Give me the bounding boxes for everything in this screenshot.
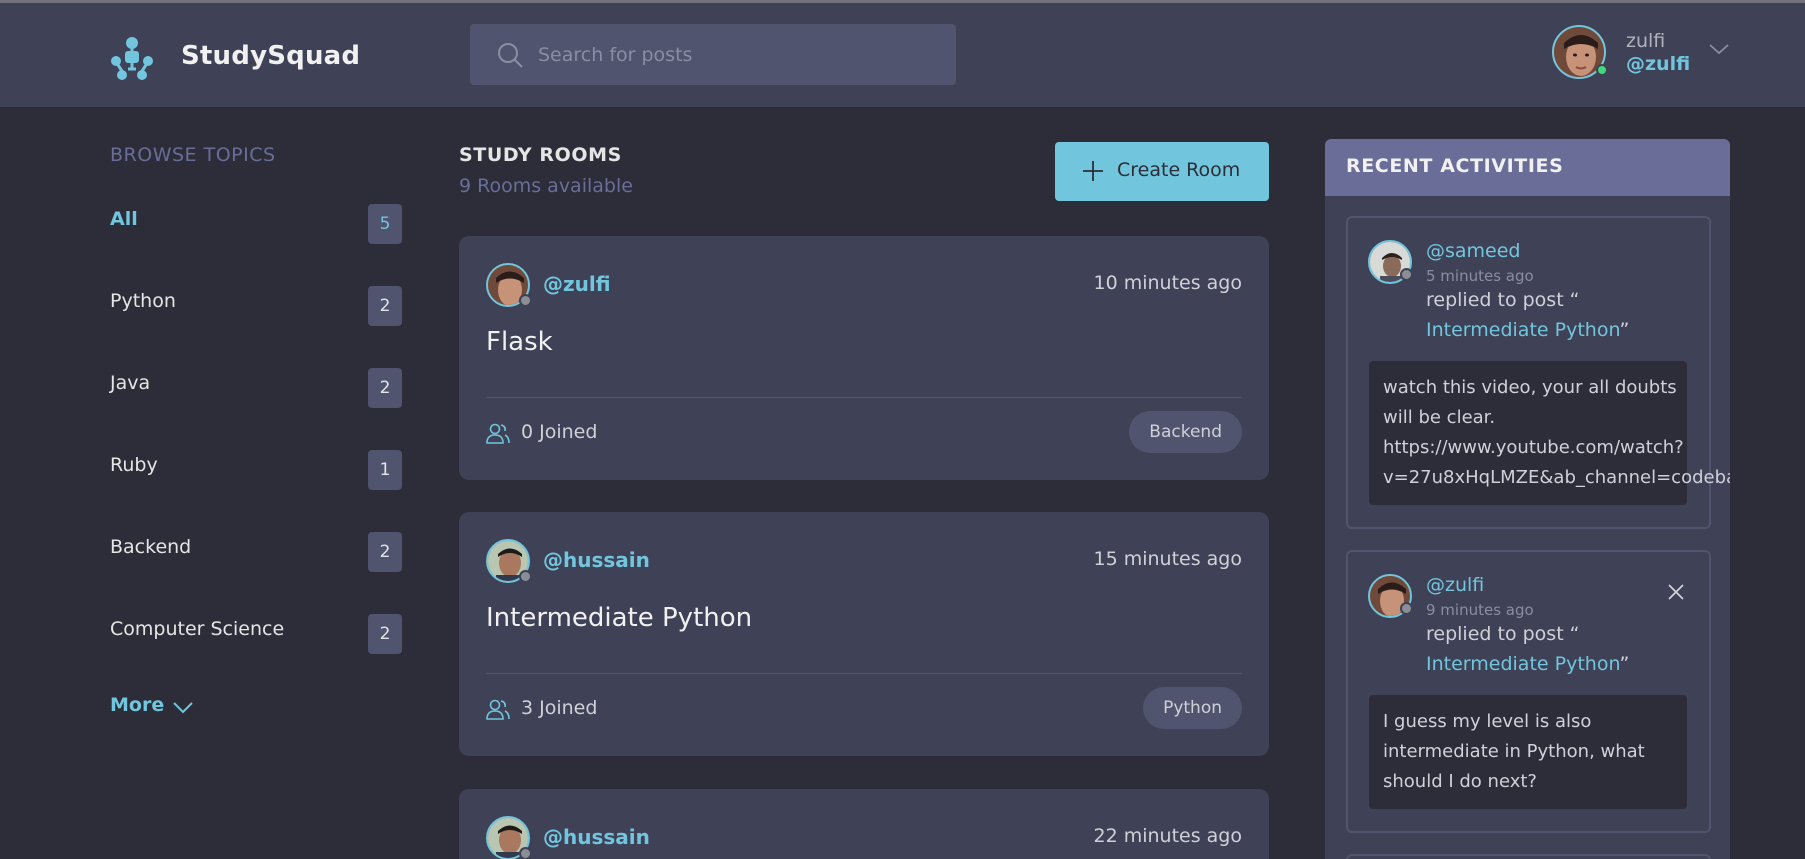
topic-item-ruby[interactable]: Ruby 1 [110,446,402,490]
users-icon [486,699,510,720]
recent-activities-panel: RECENT ACTIVITIES @sameed 5 minutes ago … [1325,139,1730,859]
activity-user-handle[interactable]: @sameed [1426,240,1521,262]
room-timestamp: 15 minutes ago [1093,548,1243,570]
topic-item-backend[interactable]: Backend 2 [110,528,402,572]
activity-post-suffix: ” [1619,653,1630,675]
topic-count-badge: 2 [368,368,402,408]
users-icon [486,423,510,444]
search-bar[interactable] [470,24,956,85]
chevron-down-icon[interactable] [172,700,194,716]
topic-count-badge: 2 [368,614,402,654]
room-title[interactable]: Intermediate Python [486,603,752,633]
activity-item [1346,854,1711,859]
room-host-handle[interactable]: @hussain [543,548,650,572]
topic-label[interactable]: Python [110,290,176,312]
recent-activities-heading: RECENT ACTIVITIES [1346,155,1564,177]
online-status-dot [1596,64,1608,76]
user-handle[interactable]: @zulfi [1626,53,1690,75]
room-timestamp: 10 minutes ago [1093,272,1243,294]
status-dot [519,570,532,583]
activity-message: watch this video, your all doubts will b… [1369,361,1730,505]
activity-message: I guess my level is also intermediate in… [1369,695,1687,809]
topic-count-badge: 1 [368,450,402,490]
joined-count: 3 Joined [521,697,598,719]
activity-item: @sameed 5 minutes ago replied to post “ … [1346,216,1730,529]
topic-label[interactable]: All [110,208,138,230]
activity-post-line: Intermediate Python” [1426,653,1629,675]
browse-topics-heading: BROWSE TOPICS [110,144,276,166]
topic-count-badge: 2 [368,532,402,572]
room-card[interactable]: @hussain 22 minutes ago [459,789,1269,859]
room-title[interactable]: Flask [486,327,553,357]
topic-item-java[interactable]: Java 2 [110,364,402,408]
activity-post-line: Intermediate Python” [1426,319,1629,341]
room-card[interactable]: @hussain 15 minutes ago Intermediate Pyt… [459,512,1269,756]
search-icon [498,43,523,68]
activity-timestamp: 5 minutes ago [1426,267,1534,285]
topic-item-computer-science[interactable]: Computer Science 2 [110,610,402,654]
room-host-handle[interactable]: @hussain [543,825,650,849]
activity-post-link[interactable]: Intermediate Python [1426,319,1619,341]
user-name[interactable]: zulfi [1626,30,1665,52]
status-dot [1400,602,1413,615]
topic-label[interactable]: Computer Science [110,618,284,640]
search-input[interactable] [538,24,938,85]
create-room-button[interactable]: Create Room [1055,142,1269,201]
rooms-available-count: 9 Rooms available [459,175,633,197]
create-room-label: Create Room [1117,159,1241,181]
room-card[interactable]: @zulfi 10 minutes ago Flask 0 Joined Bac… [459,236,1269,480]
topic-count-badge: 5 [368,204,402,244]
status-dot [1400,268,1413,281]
topic-tag[interactable]: Python [1143,687,1242,729]
topic-tag[interactable]: Backend [1129,411,1242,453]
activity-post-suffix: ” [1619,319,1630,341]
room-host-handle[interactable]: @zulfi [543,272,611,296]
activity-timestamp: 9 minutes ago [1426,601,1534,619]
status-dot [519,294,532,307]
divider [486,673,1242,674]
status-dot [519,847,532,859]
more-topics-link[interactable]: More [110,694,164,716]
activity-action-text: replied to post “ [1426,623,1580,645]
room-timestamp: 22 minutes ago [1093,825,1243,847]
topic-label[interactable]: Java [110,372,150,394]
divider [486,397,1242,398]
chevron-down-icon[interactable] [1707,39,1731,59]
activity-user-handle[interactable]: @zulfi [1426,574,1484,596]
study-rooms-heading: STUDY ROOMS [459,144,622,166]
topic-label[interactable]: Backend [110,536,191,558]
people-network-icon[interactable] [108,35,156,81]
activity-action-text: replied to post “ [1426,289,1580,311]
joined-count: 0 Joined [521,421,598,443]
topic-item-python[interactable]: Python 2 [110,282,402,326]
close-icon[interactable] [1666,582,1686,602]
app-name[interactable]: StudySquad [181,41,360,71]
top-navbar: StudySquad zulfi @zulfi [0,3,1805,107]
topic-label[interactable]: Ruby [110,454,158,476]
topic-item-all[interactable]: All 5 [110,200,402,244]
activity-post-link[interactable]: Intermediate Python [1426,653,1619,675]
topic-count-badge: 2 [368,286,402,326]
plus-icon [1083,161,1103,181]
activity-item: @zulfi 9 minutes ago replied to post “ I… [1346,550,1711,833]
recent-activities-header: RECENT ACTIVITIES [1325,139,1730,196]
